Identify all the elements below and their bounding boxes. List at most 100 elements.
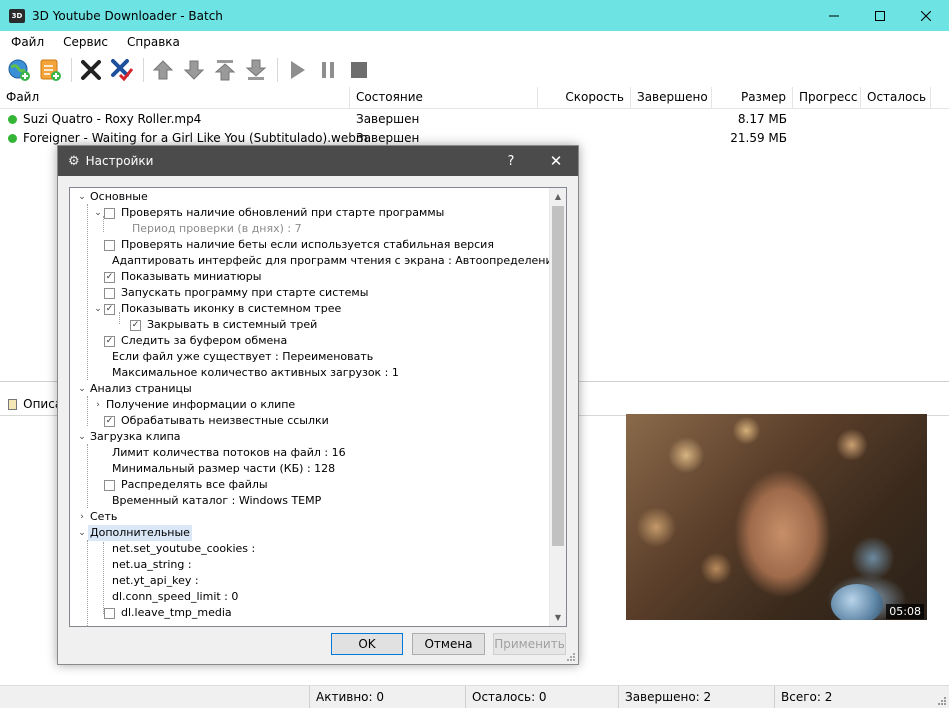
maximize-button[interactable] <box>857 0 903 31</box>
tree-item-thread-limit[interactable]: Лимит количества потоков на файл : 16 <box>110 445 348 461</box>
tree-scrollbar[interactable]: ▲ ▼ <box>549 188 566 626</box>
tree-item-max-downloads[interactable]: Максимальное количество активных загрузо… <box>110 365 401 381</box>
tree-item-check-updates[interactable]: ⌄ Проверять наличие обновлений при старт… <box>92 205 446 221</box>
toolbar-separator <box>143 58 144 82</box>
add-list-button[interactable] <box>37 57 63 83</box>
column-status[interactable]: Состояние <box>350 87 538 109</box>
video-duration: 05:08 <box>886 604 924 619</box>
menu-help[interactable]: Справка <box>119 35 188 49</box>
minimize-button[interactable] <box>811 0 857 31</box>
checkbox[interactable] <box>104 607 115 619</box>
chevron-down-icon[interactable]: ⌄ <box>76 381 88 397</box>
checkbox-checked[interactable]: ✓ <box>104 271 115 283</box>
tree-item-check-beta[interactable]: Проверять наличие беты если используется… <box>104 237 496 253</box>
start-button[interactable] <box>284 57 310 83</box>
remove-completed-button[interactable] <box>109 57 135 83</box>
dialog-titlebar[interactable]: ⚙ Настройки ? ✕ <box>58 146 578 176</box>
tree-item-ua-string[interactable]: net.ua_string : <box>110 557 194 573</box>
tree-node-clip-download[interactable]: ⌄ Загрузка клипа <box>76 429 183 445</box>
tree-node-advanced[interactable]: ⌄ Дополнительные <box>76 525 192 541</box>
checkbox-checked[interactable]: ✓ <box>104 303 115 315</box>
tree-item-screen-reader[interactable]: Адаптировать интерфейс для программ чтен… <box>110 253 561 269</box>
chevron-down-icon[interactable]: ⌄ <box>76 189 88 205</box>
tree-node-network[interactable]: › Сеть <box>76 509 119 525</box>
scroll-up-arrow-icon[interactable]: ▲ <box>550 188 566 205</box>
checkbox-checked[interactable]: ✓ <box>130 319 141 331</box>
close-icon <box>921 10 931 21</box>
add-url-button[interactable] <box>6 57 32 83</box>
window-title: 3D Youtube Downloader - Batch <box>32 8 223 23</box>
checkbox-checked[interactable]: ✓ <box>104 335 115 347</box>
window-titlebar[interactable]: 3D 3D Youtube Downloader - Batch <box>0 0 949 31</box>
dialog-close-button[interactable]: ✕ <box>533 146 579 176</box>
checkbox[interactable] <box>104 207 115 219</box>
resize-grip-icon[interactable] <box>937 696 947 706</box>
tree-item-clip-info[interactable]: › Получение информации о клипе <box>92 397 297 413</box>
scroll-down-arrow-icon[interactable]: ▼ <box>550 609 566 626</box>
chevron-right-icon[interactable]: › <box>76 509 88 525</box>
checkbox[interactable] <box>104 479 115 491</box>
stop-button[interactable] <box>346 57 372 83</box>
tree-node-general[interactable]: ⌄ Основные <box>76 189 150 205</box>
settings-tree[interactable]: ⌄ Основные ⌄ Проверять наличие обновлени… <box>69 187 567 627</box>
tree-item-conn-speed-limit[interactable]: dl.conn_speed_limit : 0 <box>110 589 240 605</box>
column-remaining[interactable]: Осталось <box>861 87 931 109</box>
menu-file[interactable]: Файл <box>3 35 52 49</box>
column-speed[interactable]: Скорость <box>538 87 631 109</box>
ok-button[interactable]: OK <box>331 633 403 655</box>
tree-item-temp-dir[interactable]: Временный каталог : Windows TEMP <box>110 493 323 509</box>
arrow-down-icon <box>183 60 205 80</box>
help-button[interactable]: ? <box>488 146 534 176</box>
checkbox[interactable] <box>104 287 115 299</box>
tree-item-unknown-links[interactable]: ✓ Обрабатывать неизвестные ссылки <box>104 413 331 429</box>
column-size[interactable]: Размер <box>712 87 793 109</box>
chevron-down-icon[interactable]: ⌄ <box>76 429 88 445</box>
tree-item-check-period[interactable]: Период проверки (в днях) : 7 <box>130 221 304 237</box>
chevron-right-icon[interactable]: › <box>92 397 104 413</box>
remove-button[interactable] <box>78 57 104 83</box>
column-file[interactable]: Файл <box>0 87 350 109</box>
video-thumbnail[interactable]: 05:08 <box>626 414 927 620</box>
chevron-down-icon[interactable]: ⌄ <box>76 525 88 541</box>
tree-item-autostart[interactable]: Запускать программу при старте системы <box>104 285 370 301</box>
tree-line <box>87 396 88 426</box>
move-up-button[interactable] <box>150 57 176 83</box>
apply-button[interactable]: Применить <box>493 633 566 655</box>
tree-line <box>87 444 88 508</box>
gear-icon: ⚙ <box>68 153 80 169</box>
tab-description[interactable]: Описание <box>0 393 60 415</box>
tree-item-min-part-size[interactable]: Минимальный размер части (КБ) : 128 <box>110 461 337 477</box>
checkbox[interactable] <box>104 239 115 251</box>
column-completed[interactable]: Завершено <box>631 87 712 109</box>
checkbox-checked[interactable]: ✓ <box>104 415 115 427</box>
table-row[interactable]: Suzi Quatro - Roxy Roller.mp4 Завершен 8… <box>0 109 949 129</box>
tree-item-allocate-files[interactable]: Распределять все файлы <box>104 477 270 493</box>
column-progress[interactable]: Прогресс <box>793 87 861 109</box>
menu-service[interactable]: Сервис <box>55 35 116 49</box>
resize-grip-icon[interactable] <box>566 652 576 662</box>
status-total: Всего: 2 <box>774 686 934 708</box>
tree-item-file-exists[interactable]: Если файл уже существует : Переименовать <box>110 349 375 365</box>
dialog-title: Настройки <box>85 154 154 168</box>
tree-item-yt-api-key[interactable]: net.yt_api_key : <box>110 573 201 589</box>
add-list-icon <box>40 59 61 81</box>
cancel-button[interactable]: Отмена <box>412 633 485 655</box>
tree-item-clipboard[interactable]: ✓ Следить за буфером обмена <box>104 333 289 349</box>
app-logo-icon: 3D <box>9 8 25 23</box>
pause-button[interactable] <box>315 57 341 83</box>
chevron-down-icon[interactable]: ⌄ <box>92 205 104 221</box>
tree-node-page-analysis[interactable]: ⌄ Анализ страницы <box>76 381 194 397</box>
scrollbar-thumb[interactable] <box>552 206 564 546</box>
file-size: 21.59 МБ <box>730 131 787 145</box>
move-down-button[interactable] <box>181 57 207 83</box>
tree-item-tray-icon[interactable]: ⌄ ✓ Показывать иконку в системном трее <box>92 301 343 317</box>
tree-item-youtube-cookies[interactable]: net.set_youtube_cookies : <box>110 541 257 557</box>
file-size: 8.17 МБ <box>737 112 787 126</box>
tree-item-leave-tmp-media[interactable]: dl.leave_tmp_media <box>104 605 234 621</box>
move-bottom-button[interactable] <box>243 57 269 83</box>
close-window-button[interactable] <box>903 0 949 31</box>
chevron-down-icon[interactable]: ⌄ <box>92 301 104 317</box>
move-top-button[interactable] <box>212 57 238 83</box>
tree-item-show-thumbnails[interactable]: ✓ Показывать миниатюры <box>104 269 263 285</box>
tree-item-close-to-tray[interactable]: ✓ Закрывать в системный трей <box>130 317 319 333</box>
